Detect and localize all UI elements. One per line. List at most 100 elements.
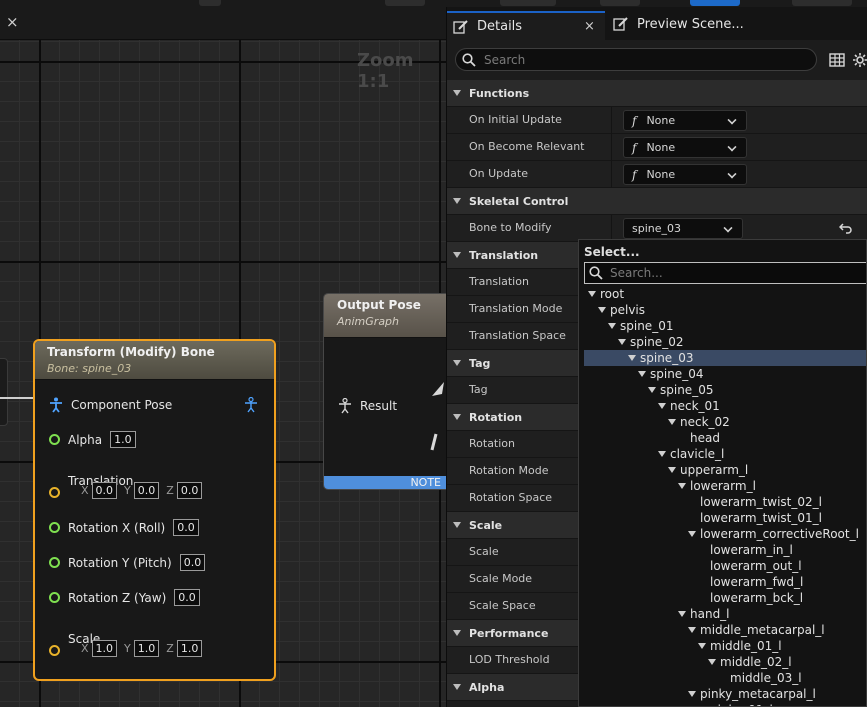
gear-icon[interactable] xyxy=(852,52,867,68)
chevron-down-icon[interactable] xyxy=(648,387,656,393)
bone-tree-item[interactable]: middle_02_l xyxy=(584,654,866,670)
toolbar-button[interactable] xyxy=(792,0,852,6)
node-header[interactable]: Output Pose AnimGraph xyxy=(324,294,446,338)
partial-node[interactable] xyxy=(0,358,8,426)
chevron-down-icon[interactable] xyxy=(658,451,666,457)
toolbar-button[interactable] xyxy=(199,0,221,6)
function-combo[interactable]: f None xyxy=(623,164,747,185)
output-pose-node[interactable]: Output Pose AnimGraph Result NOTE xyxy=(323,293,446,490)
alpha-pin[interactable]: Alpha 1.0 xyxy=(49,431,136,448)
prop-label: Bone to Modify xyxy=(469,221,552,234)
chevron-down-icon[interactable] xyxy=(678,483,686,489)
bone-tree-item[interactable]: upperarm_l xyxy=(584,462,866,478)
rotation-x-field[interactable]: 0.0 xyxy=(173,519,199,536)
bone-tree-item[interactable]: spine_03 xyxy=(584,350,866,366)
bone-tree-item[interactable]: spine_02 xyxy=(584,334,866,350)
toolbar-button[interactable] xyxy=(500,0,556,6)
table-icon[interactable] xyxy=(829,52,845,68)
translation-y-field[interactable]: 0.0 xyxy=(133,482,160,499)
bone-tree-item[interactable]: clavicle_l xyxy=(584,446,866,462)
chevron-down-icon[interactable] xyxy=(688,531,696,537)
toolbar-button[interactable] xyxy=(600,0,640,6)
chevron-down-icon[interactable] xyxy=(598,307,606,313)
toolbar-button[interactable] xyxy=(385,0,425,6)
reset-arrow-icon[interactable] xyxy=(839,221,853,235)
bone-tree-item[interactable]: middle_metacarpal_l xyxy=(584,622,866,638)
chevron-down-icon[interactable] xyxy=(688,691,696,697)
bone-name: spine_04 xyxy=(650,367,704,381)
scale-y-field[interactable]: 1.0 xyxy=(133,640,160,657)
vector-pin-icon[interactable] xyxy=(49,645,60,656)
node-header[interactable]: Transform (Modify) Bone Bone: spine_03 xyxy=(35,341,274,380)
component-pose-pin[interactable]: Component Pose xyxy=(49,397,172,413)
chevron-down-icon[interactable] xyxy=(698,643,706,649)
bone-tree-item[interactable]: lowerarm_l xyxy=(584,478,866,494)
bone-tree-item[interactable]: pinky_metacarpal_l xyxy=(584,686,866,702)
chevron-down-icon[interactable] xyxy=(668,467,676,473)
result-pin[interactable]: Result xyxy=(338,398,397,414)
chevron-down-icon[interactable] xyxy=(628,355,636,361)
translation-z-field[interactable]: 0.0 xyxy=(176,482,203,499)
bone-tree-item[interactable]: spine_04 xyxy=(584,366,866,382)
chevron-down-icon[interactable] xyxy=(658,403,666,409)
vector-pin-icon[interactable] xyxy=(49,487,60,498)
chevron-down-icon[interactable] xyxy=(678,611,686,617)
rotation-z-field[interactable]: 0.0 xyxy=(174,589,200,606)
chevron-down-icon[interactable] xyxy=(708,659,716,665)
bone-tree-item[interactable]: lowerarm_out_l xyxy=(584,558,866,574)
pose-output-pin-icon[interactable] xyxy=(244,397,258,413)
chevron-down-icon[interactable] xyxy=(588,291,596,297)
details-search-input[interactable]: Search xyxy=(455,48,817,71)
bone-tree-item[interactable]: middle_03_l xyxy=(584,670,866,686)
anim-graph-editor[interactable]: × Zoom 1:1 Transform (Modify) Bone Bone:… xyxy=(0,7,446,707)
chevron-down-icon[interactable] xyxy=(608,323,616,329)
tab-details[interactable]: Details × xyxy=(447,11,605,40)
bone-tree-item[interactable]: root xyxy=(584,286,866,302)
bone-tree-item[interactable]: lowerarm_correctiveRoot_l xyxy=(584,526,866,542)
transform-modify-bone-node[interactable]: Transform (Modify) Bone Bone: spine_03 C… xyxy=(33,339,276,681)
bone-tree-item[interactable]: lowerarm_in_l xyxy=(584,542,866,558)
scale-x-field[interactable]: 1.0 xyxy=(91,640,118,657)
bone-tree-item[interactable]: head xyxy=(584,430,866,446)
bone-tree-item[interactable]: lowerarm_twist_02_l xyxy=(584,494,866,510)
translation-x-field[interactable]: 0.0 xyxy=(91,482,118,499)
bone-tree-item[interactable]: lowerarm_bck_l xyxy=(584,590,866,606)
float-pin-icon[interactable] xyxy=(49,557,60,568)
float-pin-icon[interactable] xyxy=(49,522,60,533)
close-icon[interactable]: × xyxy=(584,19,595,34)
rotation-z-pin[interactable]: Rotation Z (Yaw) 0.0 xyxy=(49,589,200,606)
alpha-value-field[interactable]: 1.0 xyxy=(110,431,136,448)
float-pin-icon[interactable] xyxy=(49,434,60,445)
bone-tree-item[interactable]: spine_01 xyxy=(584,318,866,334)
rotation-y-pin[interactable]: Rotation Y (Pitch) 0.0 xyxy=(49,554,206,571)
float-pin-icon[interactable] xyxy=(49,592,60,603)
scale-z-field[interactable]: 1.0 xyxy=(176,640,203,657)
rotation-x-pin[interactable]: Rotation X (Roll) 0.0 xyxy=(49,519,199,536)
tab-preview-scene[interactable]: Preview Scene... xyxy=(613,15,744,33)
bone-tree-item[interactable]: hand_l xyxy=(584,606,866,622)
bone-tree-item[interactable]: neck_01 xyxy=(584,398,866,414)
function-combo[interactable]: f None xyxy=(623,110,747,131)
bone-tree-item[interactable]: pinky_01_l xyxy=(584,702,866,706)
bone-combo[interactable]: spine_03 xyxy=(623,218,743,239)
bone-name: spine_05 xyxy=(660,383,714,397)
bone-search-input[interactable]: Search... xyxy=(584,262,866,284)
category-skeletal-control[interactable]: Skeletal Control xyxy=(447,188,867,215)
note-bar: NOTE xyxy=(324,476,446,489)
bone-tree-item[interactable]: pelvis xyxy=(584,302,866,318)
bone-tree-item[interactable]: lowerarm_fwd_l xyxy=(584,574,866,590)
bone-tree-item[interactable]: middle_01_l xyxy=(584,638,866,654)
chevron-down-icon[interactable] xyxy=(668,419,676,425)
chevron-down-icon[interactable] xyxy=(618,339,626,345)
bone-tree-item[interactable]: neck_02 xyxy=(584,414,866,430)
bone-tree-item[interactable]: spine_05 xyxy=(584,382,866,398)
rotation-y-field[interactable]: 0.0 xyxy=(179,554,206,571)
function-combo[interactable]: f None xyxy=(623,137,747,158)
bone-tree-item[interactable]: lowerarm_twist_01_l xyxy=(584,510,866,526)
toolbar-blue-button[interactable] xyxy=(690,0,740,6)
chevron-down-icon[interactable] xyxy=(638,371,646,377)
chevron-down-icon[interactable] xyxy=(688,627,696,633)
close-icon[interactable]: × xyxy=(6,15,19,30)
category-functions[interactable]: Functions xyxy=(447,80,867,107)
bone-picker-dropdown: Select... Search... root pelvis spine_01 sp… xyxy=(578,239,867,707)
